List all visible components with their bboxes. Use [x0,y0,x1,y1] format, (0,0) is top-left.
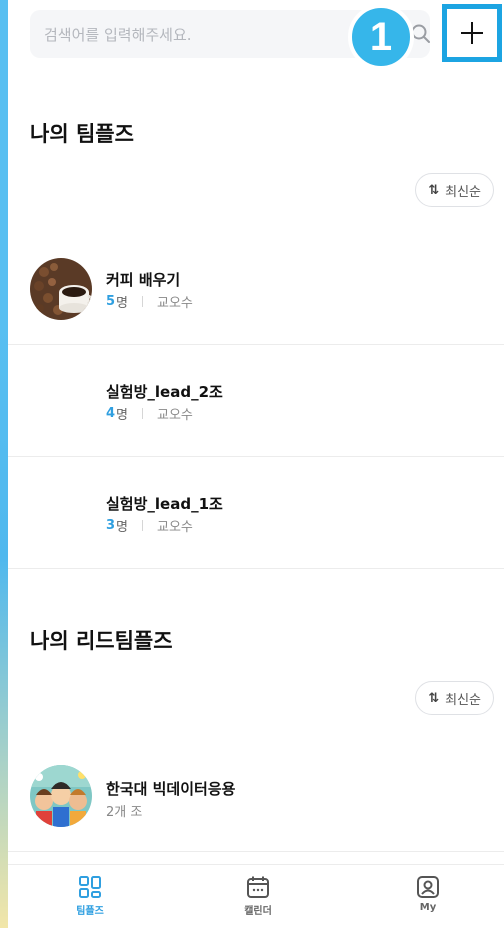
tab-label: 캘린더 [244,906,272,917]
tab-label: 팀플즈 [76,906,104,917]
team-member-count: 3 [106,518,116,533]
tab-calendar[interactable]: 캘린더 [208,875,308,925]
team-owner: 교오수 [157,296,193,311]
team-row[interactable]: 실험방_lead_2조 4 명 교오수 [8,345,504,457]
user-profile-icon [417,876,439,898]
bottom-tab-bar: 팀플즈 캘린더 My [8,864,504,928]
calendar-icon [247,876,269,898]
lead-teams-title: 나의 리드팀플즈 [30,629,173,653]
background-frame-left [0,0,8,928]
team-member-unit: 명 [116,408,129,423]
tab-my[interactable]: My [378,875,478,925]
team-name: 한국대 빅데이터응용 [106,780,236,798]
tab-label: My [419,902,437,913]
team-member-unit: 명 [116,520,129,535]
my-teams-title: 나의 팀플즈 [30,122,134,146]
meta-divider [142,408,144,419]
team-member-count: 4 [106,406,116,421]
tab-teamples[interactable]: 팀플즈 [40,875,140,925]
team-meta: 5 명 교오수 [106,292,193,311]
team-meta: 4 명 교오수 [106,404,193,423]
step-number-badge: 1 [348,4,414,70]
team-row[interactable]: 한국대 빅데이터응용 2개 조 [8,740,504,852]
search-input[interactable]: 검색어를 입력해주세요. [44,24,192,45]
sort-label: 최신순 [445,692,481,708]
team-meta: 2개 조 [106,805,143,820]
team-member-unit: 명 [116,296,129,311]
team-name: 실험방_lead_1조 [106,495,223,513]
meta-divider [142,296,144,307]
lead-teams-sort-button[interactable]: ⇅ 최신순 [415,681,494,715]
team-member-count: 5 [106,294,116,309]
team-avatar-cartoon [30,765,92,827]
add-team-button[interactable] [442,4,502,62]
meta-divider [142,520,144,531]
grid-icon [79,876,101,898]
team-owner: 교오수 [157,408,193,423]
team-name: 실험방_lead_2조 [106,383,223,401]
team-owner: 교오수 [157,520,193,535]
team-name: 커피 배우기 [106,271,181,289]
team-meta: 3 명 교오수 [106,516,193,535]
sort-icon: ⇅ [428,690,440,706]
my-teams-sort-button[interactable]: ⇅ 최신순 [415,173,494,207]
sort-label: 최신순 [445,184,481,200]
team-row[interactable]: 커피 배우기 5 명 교오수 [8,233,504,345]
sort-icon: ⇅ [428,182,440,198]
team-row[interactable]: 실험방_lead_1조 3 명 교오수 [8,457,504,569]
plus-icon [461,22,483,44]
app-screen: 검색어를 입력해주세요. 1 나의 팀플즈 ⇅ 최신순 커피 배우기 5 명 교… [8,0,504,928]
team-avatar-coffee [30,258,92,320]
